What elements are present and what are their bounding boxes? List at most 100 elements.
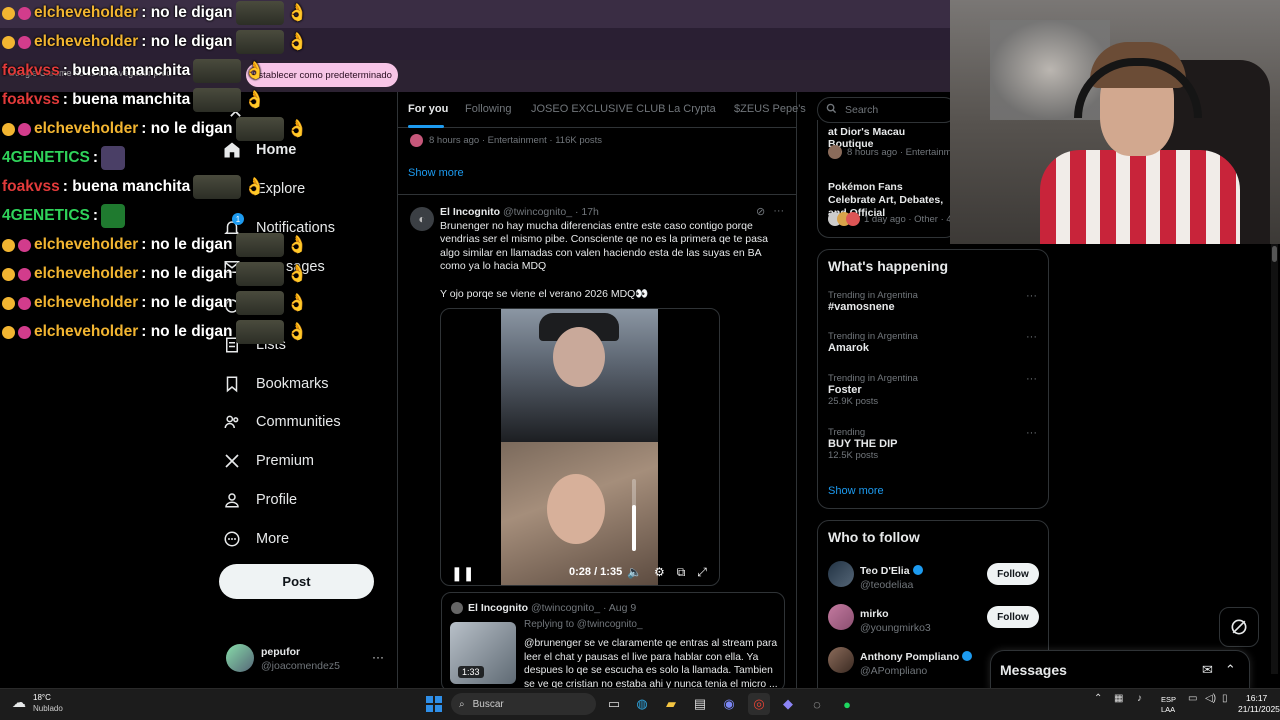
chat-text: : no le digan — [141, 4, 233, 21]
emote-icon — [193, 59, 242, 83]
tab-joseo-exclusive-club[interactable]: JOSEO EXCLUSIVE CLUB — [531, 103, 666, 115]
chat-username[interactable]: foakvss — [2, 178, 60, 196]
battery-icon[interactable]: ▯ — [1222, 693, 1228, 704]
chat-message: 4GENETICS: — [2, 203, 126, 229]
pause-icon[interactable]: ❚❚ — [451, 565, 474, 582]
network-icon[interactable]: ▭ — [1188, 693, 1197, 704]
weather-temp[interactable]: 18°C — [33, 693, 51, 702]
quote-text: @brunenger se ve claramente qe entras al… — [524, 638, 778, 690]
video-player[interactable]: ❚❚ 0:28 / 1:35 🔈 ⚙ ⧉ ⤢ — [440, 308, 720, 586]
follow-suggestion[interactable]: mirko @youngmirko3 — [860, 604, 931, 634]
chevron-up-icon[interactable]: ⌃ — [1225, 662, 1236, 678]
video-face-shape — [547, 474, 605, 544]
chat-username[interactable]: elcheveholder — [34, 33, 138, 51]
chat-username[interactable]: 4GENETICS — [2, 207, 90, 225]
tweet-avatar[interactable]: ◐ — [410, 207, 434, 231]
trend-item[interactable]: Trending in Argentina Amarok — [828, 331, 918, 354]
more-dots-icon[interactable]: ··· — [1026, 427, 1037, 439]
tweet-author-handle[interactable]: @twincognito_ — [503, 206, 572, 218]
chat-username[interactable]: 4GENETICS — [2, 149, 90, 167]
trend-item[interactable]: Trending in Argentina #vamosnene — [828, 290, 918, 313]
more-dots-icon[interactable]: ··· — [773, 205, 784, 218]
nav-communities[interactable]: Communities — [222, 404, 341, 440]
chat-username[interactable]: elcheveholder — [34, 236, 138, 254]
post-button[interactable]: Post — [219, 564, 374, 599]
folder-icon[interactable]: ▰ — [660, 693, 682, 715]
chat-badge-icon — [18, 238, 31, 252]
emote-icon — [101, 146, 126, 170]
discord-icon[interactable]: ◉ — [718, 693, 740, 715]
show-more-link[interactable]: Show more — [408, 167, 464, 179]
trend-meta: 8 hours ago · Entertainment · 116K posts — [410, 134, 602, 147]
task-view-icon[interactable]: ▭ — [603, 693, 625, 715]
clock-time[interactable]: 16:17 — [1246, 693, 1267, 703]
follow-suggestion[interactable]: Anthony Pompliano @APompliano — [860, 647, 973, 677]
tab-la-crypta[interactable]: La Crypta — [668, 103, 716, 115]
nav-premium[interactable]: Premium — [222, 443, 314, 479]
trend-count: 25.9K posts — [828, 396, 879, 407]
account-switcher[interactable]: pepufor @joacomendez5 ··· — [226, 644, 386, 676]
spotify-icon[interactable]: ● — [836, 693, 858, 715]
suggestion-handle: @teodeliaa — [860, 579, 914, 591]
trend-item[interactable]: Trending BUY THE DIP 12.5K posts — [828, 427, 897, 461]
chat-username[interactable]: elcheveholder — [34, 294, 138, 312]
nav-profile-label: Profile — [256, 492, 298, 508]
chat-username[interactable]: foakvss — [2, 91, 60, 109]
chat-username[interactable]: foakvss — [2, 62, 60, 80]
active-tab-indicator — [408, 125, 444, 128]
more-dots-icon[interactable]: ··· — [1026, 290, 1037, 302]
grok-icon[interactable]: ⊘ — [756, 205, 765, 218]
store-icon[interactable]: ▤ — [689, 693, 711, 715]
input-layout[interactable]: LAA — [1161, 705, 1175, 714]
avatar[interactable] — [828, 561, 854, 587]
microphone-icon[interactable]: ♪ — [1137, 693, 1142, 704]
chat-username[interactable]: elcheveholder — [34, 265, 138, 283]
scrollbar-thumb[interactable] — [1272, 246, 1277, 262]
tweet-author-name[interactable]: El Incognito — [440, 206, 500, 218]
tab-zeus-pepes[interactable]: $ZEUS Pepe's — [734, 103, 806, 115]
set-default-browser-button[interactable]: Establecer como predeterminado — [246, 63, 398, 87]
chat-username[interactable]: elcheveholder — [34, 4, 138, 22]
chevron-up-icon[interactable]: ⌃ — [1094, 693, 1102, 704]
input-language[interactable]: ESP — [1161, 695, 1176, 704]
avatar[interactable] — [828, 604, 854, 630]
chat-text: : no le digan — [141, 33, 233, 50]
follow-suggestion[interactable]: Teo D'Elia @teodeliaa — [860, 561, 923, 591]
more-dots-icon[interactable]: ··· — [1026, 331, 1037, 343]
nav-bookmarks[interactable]: Bookmarks — [222, 366, 329, 402]
edge-icon[interactable]: ◍ — [631, 693, 653, 715]
tab-for-you[interactable]: For you — [408, 103, 448, 115]
more-dots-icon[interactable]: ··· — [372, 650, 384, 664]
tab-following[interactable]: Following — [465, 103, 511, 115]
volume-icon[interactable]: 🔈 — [627, 565, 642, 580]
fullscreen-icon[interactable]: ⤢ — [697, 565, 707, 580]
chrome-icon[interactable]: ◎ — [748, 693, 770, 715]
scrollbar[interactable] — [1271, 244, 1278, 674]
follow-button[interactable]: Follow — [987, 563, 1039, 585]
gear-icon[interactable]: ⚙ — [654, 565, 665, 580]
quote-header: El Incognito @twincognito_ · Aug 9 — [468, 602, 636, 614]
avatar[interactable] — [828, 647, 854, 673]
tweet-time[interactable]: · 17h — [575, 206, 599, 218]
new-message-icon[interactable]: ✉ — [1202, 662, 1213, 678]
cloud-icon[interactable]: ☁ — [12, 694, 26, 711]
quoted-tweet[interactable]: El Incognito @twincognito_ · Aug 9 1:33 … — [441, 592, 785, 692]
chat-username[interactable]: elcheveholder — [34, 120, 138, 138]
tray-icon[interactable]: ▦ — [1114, 693, 1123, 704]
windows-start-icon[interactable] — [426, 696, 442, 712]
clock-date[interactable]: 21/11/2025 — [1238, 704, 1280, 714]
taskbar-search[interactable]: ⌕ Buscar — [451, 693, 596, 715]
weather-desc[interactable]: Nublado — [33, 704, 63, 713]
nav-more[interactable]: More — [222, 521, 289, 557]
show-more-link[interactable]: Show more — [828, 485, 884, 497]
teams-icon[interactable]: ◆ — [777, 693, 799, 715]
pip-icon[interactable]: ⧉ — [677, 565, 686, 580]
grok-button[interactable] — [1219, 607, 1259, 647]
chat-username[interactable]: elcheveholder — [34, 323, 138, 341]
nav-profile[interactable]: Profile — [222, 482, 297, 518]
trend-item[interactable]: Trending in Argentina Foster 25.9K posts — [828, 373, 918, 407]
follow-button[interactable]: Follow — [987, 606, 1039, 628]
more-dots-icon[interactable]: ··· — [1026, 373, 1037, 385]
app-icon[interactable]: ◌ — [806, 693, 828, 715]
volume-icon[interactable]: ◁) — [1205, 693, 1216, 704]
